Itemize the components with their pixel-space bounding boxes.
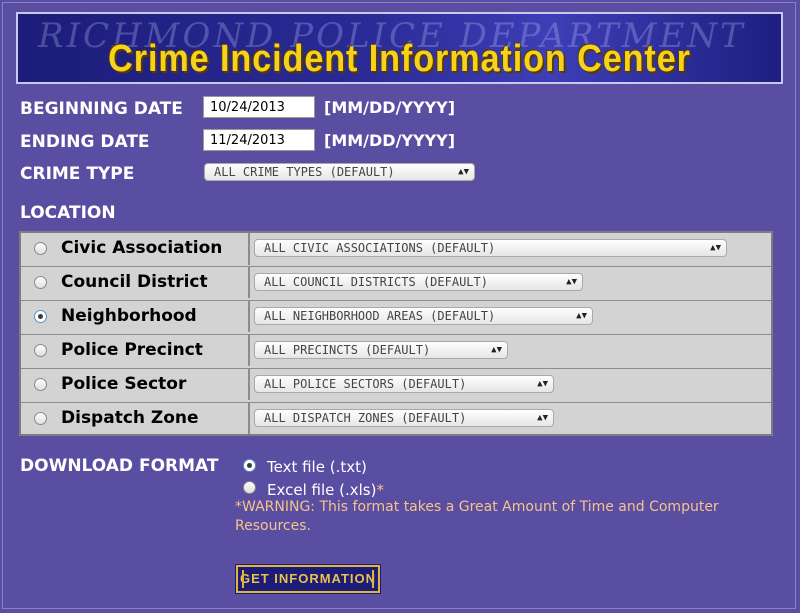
select-arrows-icon: ▲▼ <box>710 243 721 253</box>
location-table: Civic Association ALL CIVIC ASSOCIATIONS… <box>19 231 773 436</box>
location-row-council-district: Council District ALL COUNCIL DISTRICTS (… <box>21 266 771 298</box>
location-row-police-precinct: Police Precinct ALL PRECINCTS (DEFAULT) … <box>21 334 771 366</box>
radio-neighborhood[interactable] <box>34 310 47 323</box>
beginning-date-input[interactable] <box>203 96 315 118</box>
ending-date-format-hint: [MM/DD/YYYY] <box>324 131 456 150</box>
ending-date-input[interactable] <box>203 129 315 151</box>
radio-format-txt[interactable] <box>243 459 256 472</box>
civic-association-select[interactable]: ALL CIVIC ASSOCIATIONS (DEFAULT) ▲▼ <box>254 239 727 257</box>
police-precinct-select[interactable]: ALL PRECINCTS (DEFAULT) ▲▼ <box>254 341 508 359</box>
select-arrows-icon: ▲▼ <box>537 379 548 389</box>
neighborhood-select[interactable]: ALL NEIGHBORHOOD AREAS (DEFAULT) ▲▼ <box>254 307 593 325</box>
beginning-date-label: BEGINNING DATE <box>20 99 183 119</box>
radio-police-sector[interactable] <box>34 378 47 391</box>
location-row-neighborhood: Neighborhood ALL NEIGHBORHOOD AREAS (DEF… <box>21 300 771 332</box>
location-label-neighborhood: Neighborhood <box>61 306 197 326</box>
xls-warning-text: *WARNING: This format takes a Great Amou… <box>235 499 719 534</box>
ending-date-label: ENDING DATE <box>20 132 150 152</box>
location-row-label-cell: Police Sector <box>21 369 250 400</box>
header-banner: RICHMOND POLICE DEPARTMENT Crime Inciden… <box>16 12 783 84</box>
radio-dispatch-zone[interactable] <box>34 412 47 425</box>
format-xls-label: Excel file (.xls) <box>267 481 377 499</box>
civic-association-select-value: ALL CIVIC ASSOCIATIONS (DEFAULT) <box>264 241 496 255</box>
beginning-date-format-hint: [MM/DD/YYYY] <box>324 98 456 117</box>
format-xls-option: Excel file (.xls)* <box>267 481 384 499</box>
council-district-select[interactable]: ALL COUNCIL DISTRICTS (DEFAULT) ▲▼ <box>254 273 583 291</box>
police-sector-select[interactable]: ALL POLICE SECTORS (DEFAULT) ▲▼ <box>254 375 554 393</box>
radio-civic-association[interactable] <box>34 242 47 255</box>
police-sector-select-value: ALL POLICE SECTORS (DEFAULT) <box>264 377 467 391</box>
select-arrows-icon: ▲▼ <box>576 311 587 321</box>
radio-police-precinct[interactable] <box>34 344 47 357</box>
neighborhood-select-value: ALL NEIGHBORHOOD AREAS (DEFAULT) <box>264 309 496 323</box>
get-information-button[interactable]: GET INFORMATION <box>235 564 381 594</box>
location-label-council-district: Council District <box>61 272 208 292</box>
location-label-dispatch-zone: Dispatch Zone <box>61 408 199 428</box>
radio-council-district[interactable] <box>34 276 47 289</box>
format-txt-label: Text file (.txt) <box>267 458 367 476</box>
format-xls-asterisk: * <box>376 481 384 499</box>
location-label-police-sector: Police Sector <box>61 374 187 394</box>
location-row-label-cell: Dispatch Zone <box>21 403 250 434</box>
police-precinct-select-value: ALL PRECINCTS (DEFAULT) <box>264 343 431 357</box>
select-arrows-icon: ▲▼ <box>458 167 469 177</box>
location-label-civic-association: Civic Association <box>61 238 223 258</box>
dispatch-zone-select-value: ALL DISPATCH ZONES (DEFAULT) <box>264 411 467 425</box>
dispatch-zone-select[interactable]: ALL DISPATCH ZONES (DEFAULT) ▲▼ <box>254 409 554 427</box>
location-row-label-cell: Civic Association <box>21 233 250 265</box>
location-row-label-cell: Council District <box>21 267 250 298</box>
location-row-dispatch-zone: Dispatch Zone ALL DISPATCH ZONES (DEFAUL… <box>21 402 771 434</box>
radio-format-xls[interactable] <box>243 481 256 494</box>
crime-type-select-value: ALL CRIME TYPES (DEFAULT) <box>214 165 395 179</box>
location-row-label-cell: Neighborhood <box>21 301 250 332</box>
crime-type-select[interactable]: ALL CRIME TYPES (DEFAULT) ▲▼ <box>204 163 475 181</box>
location-label: LOCATION <box>20 203 116 223</box>
location-row-label-cell: Police Precinct <box>21 335 250 366</box>
select-arrows-icon: ▲▼ <box>566 277 577 287</box>
location-row-civic-association: Civic Association ALL CIVIC ASSOCIATIONS… <box>21 233 771 265</box>
download-format-label: DOWNLOAD FORMAT <box>20 456 219 476</box>
banner-title: Crime Incident Information Center <box>108 38 691 80</box>
select-arrows-icon: ▲▼ <box>537 413 548 423</box>
crime-type-label: CRIME TYPE <box>20 164 135 184</box>
location-label-police-precinct: Police Precinct <box>61 340 203 360</box>
location-row-police-sector: Police Sector ALL POLICE SECTORS (DEFAUL… <box>21 368 771 400</box>
council-district-select-value: ALL COUNCIL DISTRICTS (DEFAULT) <box>264 275 488 289</box>
select-arrows-icon: ▲▼ <box>491 345 502 355</box>
